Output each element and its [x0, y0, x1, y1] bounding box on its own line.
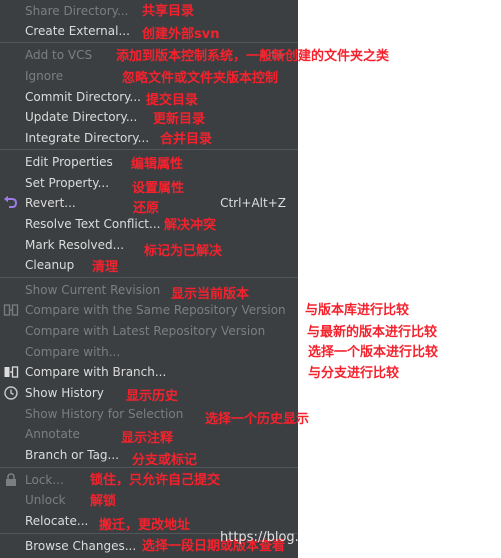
- menu-item-label: Ignore: [25, 69, 64, 83]
- annotation-lock: 锁住，只允许自己提交: [90, 473, 221, 488]
- menu-item-label: Commit Directory...: [25, 90, 141, 104]
- menu-item-unlock[interactable]: Unlock: [0, 490, 298, 510]
- menu-item-label: Annotate: [25, 427, 80, 441]
- annotation-edit-properties: 编辑属性: [131, 157, 184, 172]
- annotation-create-external: 创建外部svn: [142, 27, 220, 42]
- lock-icon: [3, 472, 19, 488]
- menu-item-label: Revert...: [25, 196, 76, 210]
- menu-item-show-current-revision[interactable]: Show Current Revision: [0, 280, 298, 300]
- menu-item-label: Show Current Revision: [25, 283, 161, 297]
- menu-item-label: Integrate Directory...: [25, 131, 150, 145]
- annotation-update-directory: 更新目录: [153, 112, 206, 127]
- annotation-revert: 还原: [133, 201, 160, 216]
- annotation-show-current-revision: 显示当前版本: [171, 287, 250, 302]
- menu-item-integrate-directory[interactable]: Integrate Directory...: [0, 128, 298, 148]
- annotation-ignore: 忽略文件或文件夹版本控制: [122, 71, 279, 86]
- menu-item-label: Create External...: [25, 24, 130, 38]
- menu-item-label: Lock...: [25, 473, 64, 487]
- annotation-share-directory: 共享目录: [142, 4, 195, 19]
- menu-item-label: Compare with the Same Repository Version: [25, 303, 286, 317]
- menu-item-label: Mark Resolved...: [25, 238, 125, 252]
- menu-item-label: Update Directory...: [25, 110, 138, 124]
- menu-separator: [0, 277, 298, 278]
- compare-icon: [3, 302, 19, 318]
- menu-item-label: Share Directory...: [25, 4, 129, 18]
- menu-item-label: Add to VCS: [25, 48, 93, 62]
- menu-item-label: Edit Properties: [25, 155, 113, 169]
- menu-separator: [0, 149, 298, 150]
- menu-item-label: Browse Changes...: [25, 539, 137, 553]
- menu-item-label: Cleanup: [25, 258, 75, 272]
- annotation-compare-branch: 与分支进行比较: [308, 366, 400, 381]
- history-clock-icon: [3, 385, 19, 401]
- annotation-unlock: 解锁: [90, 494, 117, 509]
- menu-item-label: Branch or Tag...: [25, 448, 119, 462]
- annotation-annotate: 显示注释: [121, 431, 174, 446]
- annotation-relocate: 搬迁，更改地址: [99, 518, 191, 533]
- annotation-cleanup: 清理: [92, 260, 119, 275]
- annotation-compare-same-version: 与版本库进行比较: [305, 303, 410, 318]
- menu-item-compare-with-branch[interactable]: Compare with Branch...: [0, 362, 298, 382]
- annotation-set-property: 设置属性: [132, 181, 185, 196]
- compare-icon: [3, 364, 19, 380]
- menu-item-label: Show History for Selection: [25, 407, 184, 421]
- annotation-commit-directory: 提交目录: [146, 93, 199, 108]
- menu-item-label: Set Property...: [25, 176, 110, 190]
- annotation-show-history: 显示历史: [126, 389, 179, 404]
- menu-item-label: Relocate...: [25, 514, 89, 528]
- menu-item-compare-latest-version[interactable]: Compare with Latest Repository Version: [0, 321, 298, 341]
- watermark: https://blog.csdn.net/weixin_45606067: [220, 530, 474, 545]
- menu-item-label: Compare with Latest Repository Version: [25, 324, 266, 338]
- menu-item-label: Compare with Branch...: [25, 365, 167, 379]
- annotation-resolve-conflict: 解决冲突: [164, 218, 217, 233]
- annotation-compare-latest: 与最新的版本进行比较: [307, 325, 438, 340]
- menu-item-shortcut: Ctrl+Alt+Z: [220, 196, 286, 210]
- menu-item-resolve-text-conflict[interactable]: Resolve Text Conflict...: [0, 214, 298, 234]
- annotation-mark-resolved: 标记为已解决: [144, 244, 223, 259]
- annotation-show-history-selection: 选择一个历史显示: [205, 412, 310, 427]
- annotation-add-to-vcs: 添加到版本控制系统，一般新创建的文件夹之类: [116, 49, 390, 64]
- menu-item-compare-with[interactable]: Compare with...: [0, 342, 298, 362]
- menu-item-update-directory[interactable]: Update Directory...: [0, 107, 298, 127]
- annotation-branch-or-tag: 分支或标记: [132, 453, 198, 468]
- menu-item-label: Resolve Text Conflict...: [25, 217, 161, 231]
- menu-item-label: Unlock: [25, 493, 66, 507]
- menu-item-label: Show History: [25, 386, 104, 400]
- menu-item-label: Compare with...: [25, 345, 121, 359]
- annotation-compare-with: 选择一个版本进行比较: [308, 345, 439, 360]
- menu-item-compare-same-version[interactable]: Compare with the Same Repository Version: [0, 300, 298, 320]
- revert-arrow-icon: [3, 195, 19, 211]
- annotation-integrate-directory: 合并目录: [160, 132, 213, 147]
